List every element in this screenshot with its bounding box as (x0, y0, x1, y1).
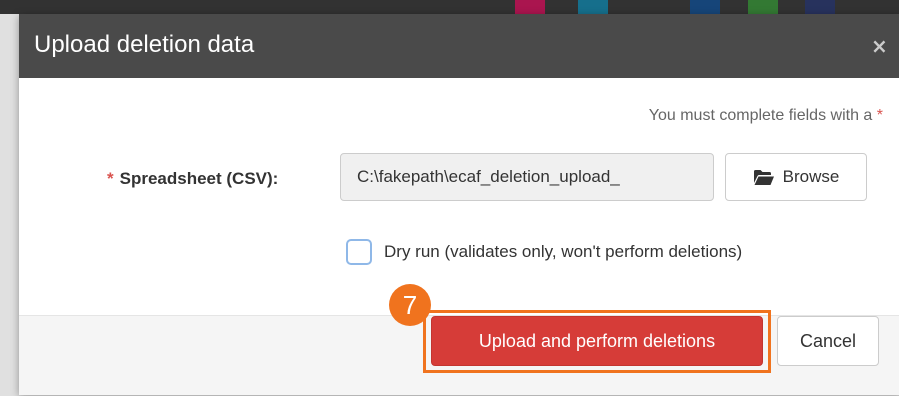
required-fields-note: You must complete fields with a * (649, 107, 883, 125)
required-star: * (107, 169, 114, 188)
upload-and-perform-deletions-button[interactable]: Upload and perform deletions (431, 316, 763, 366)
dry-run-row: Dry run (validates only, won't perform d… (346, 239, 742, 265)
browse-label: Browse (782, 167, 840, 186)
spreadsheet-file-input[interactable]: C:\fakepath\ecaf_deletion_upload_ (340, 153, 714, 201)
dry-run-label[interactable]: Dry run (validates only, won't perform d… (384, 242, 742, 262)
browse-button[interactable]: Browse (725, 153, 867, 201)
spreadsheet-label: * Spreadsheet (CSV): (107, 169, 278, 189)
required-star: * (876, 107, 883, 124)
close-icon[interactable]: × (871, 36, 888, 56)
screenshot: Upload deletion data × You must complete… (0, 0, 899, 396)
dry-run-checkbox[interactable] (346, 239, 372, 265)
cancel-button[interactable]: Cancel (777, 316, 879, 366)
modal-title: Upload deletion data (34, 31, 255, 58)
spreadsheet-label-text: Spreadsheet (CSV): (119, 169, 279, 188)
step-number-badge: 7 (389, 284, 431, 326)
folder-open-icon (753, 169, 774, 185)
modal-header: Upload deletion data × (19, 14, 899, 78)
required-note-text: You must complete fields with a (648, 107, 873, 124)
